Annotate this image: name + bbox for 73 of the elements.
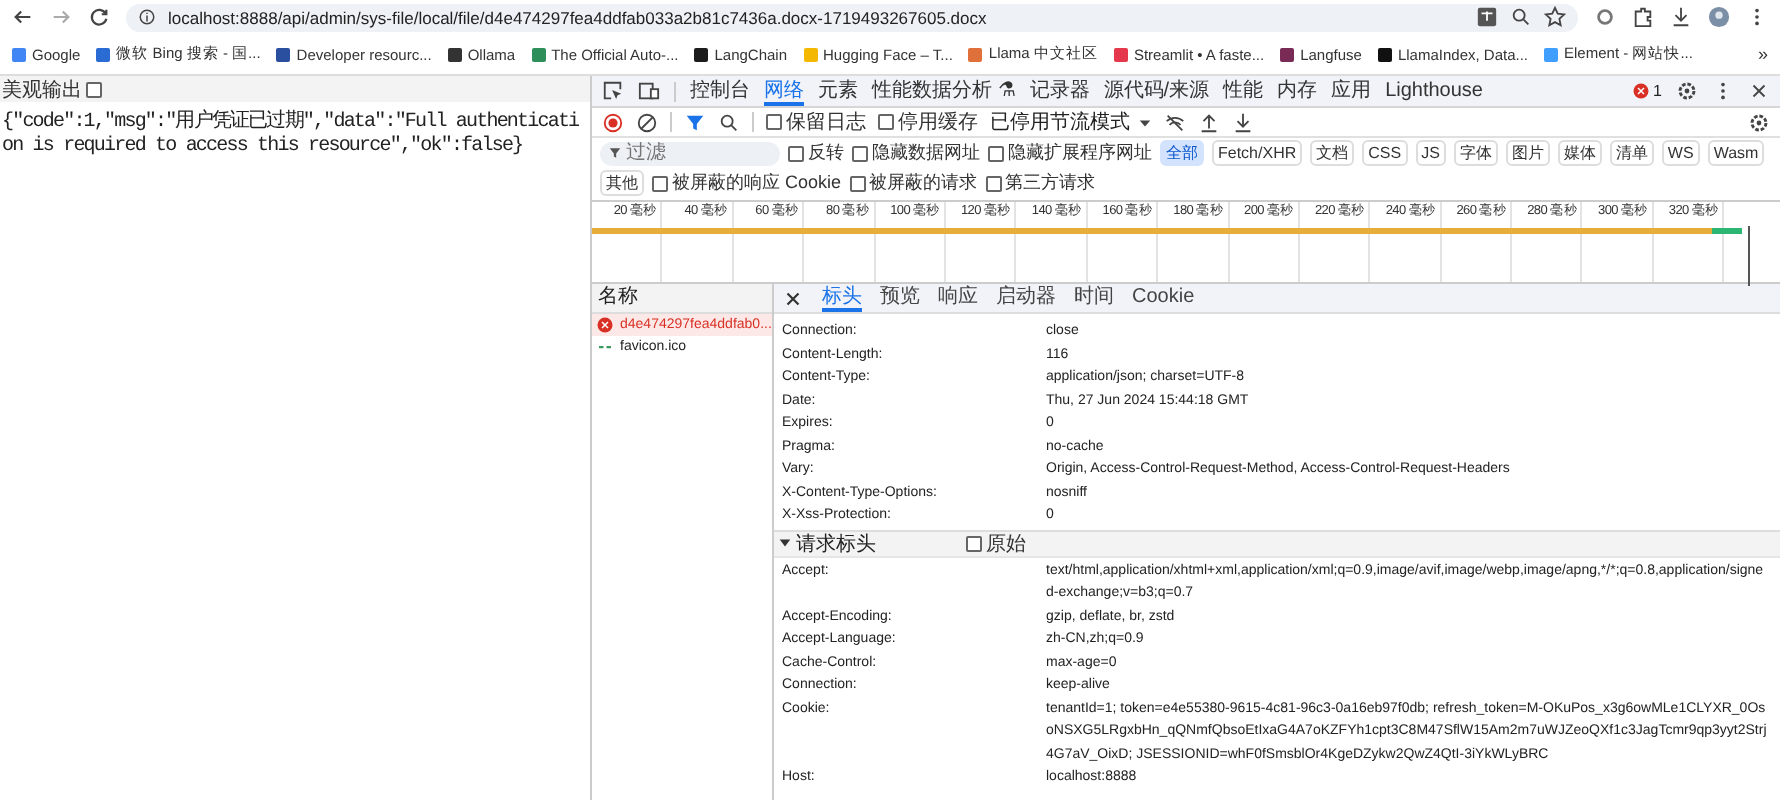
filter-checkbox[interactable]: 被屏蔽的响应 Cookie	[652, 170, 842, 196]
throttle-dropdown[interactable]: 已停用节流模式	[990, 108, 1152, 136]
type-filter-chip[interactable]: 图片	[1505, 140, 1550, 166]
raw-checkbox[interactable]: 原始	[966, 529, 1026, 557]
type-filter-chip[interactable]: 字体	[1453, 140, 1498, 166]
toolbar-checkbox[interactable]: 停用缓存	[878, 108, 978, 136]
devtools-tab[interactable]: 源代码/来源	[1103, 76, 1210, 106]
detail-tab[interactable]: 时间	[1074, 284, 1114, 312]
devtools-tab[interactable]: 记录器	[1029, 76, 1090, 106]
download-icon[interactable]	[1232, 111, 1254, 133]
avatar-icon[interactable]	[1708, 6, 1730, 28]
type-filter-chip[interactable]: 清单	[1609, 140, 1654, 166]
filter-checkbox[interactable]: 隐藏扩展程序网址	[988, 140, 1152, 166]
reload-icon[interactable]	[88, 6, 110, 28]
close-icon[interactable]	[1748, 80, 1770, 102]
devtools-tab[interactable]: 网络	[764, 76, 804, 106]
back-icon[interactable]	[12, 6, 34, 28]
detail-tab[interactable]: 响应	[938, 284, 978, 312]
json-response-text: {"code":1,"msg":"用户凭证已过期","data":"Full authentication is required to access this resource","ok":false}	[0, 112, 581, 158]
type-filter-chip[interactable]: JS	[1415, 140, 1446, 166]
devtools-tab[interactable]: 性能数据分析 ⚗	[872, 76, 1016, 106]
toolbar-checkbox[interactable]: 保留日志	[766, 108, 866, 136]
devtools-tab[interactable]: 性能	[1223, 76, 1264, 106]
settings-icon[interactable]	[1676, 80, 1698, 102]
settings-icon[interactable]	[1748, 111, 1770, 133]
device-icon[interactable]	[638, 80, 660, 102]
caret-icon	[778, 536, 792, 550]
devtools-tab[interactable]: Lighthouse	[1385, 76, 1483, 106]
filter-checkbox[interactable]: 第三方请求	[985, 170, 1096, 196]
filter-icon	[608, 146, 622, 160]
search-icon[interactable]	[718, 111, 740, 133]
record-icon[interactable]	[602, 111, 624, 133]
section-toggle[interactable]: 请求标头	[774, 529, 966, 557]
detail-tab[interactable]: Cookie	[1132, 284, 1195, 312]
error-icon	[596, 316, 614, 334]
zoom-icon[interactable]	[1510, 6, 1532, 28]
type-filter-chip[interactable]: CSS	[1362, 140, 1408, 166]
devtools-tab[interactable]: 控制台	[690, 76, 750, 106]
type-filter-chip[interactable]: Fetch/XHR	[1212, 140, 1303, 166]
pretty-print-checkbox[interactable]: 美观输出	[2, 75, 102, 103]
translate-icon[interactable]	[1476, 6, 1498, 28]
caret-icon	[1138, 115, 1152, 129]
type-filter-chip[interactable]: WS	[1661, 140, 1700, 166]
detail-tab[interactable]: 标头	[822, 284, 862, 312]
devtools-tab[interactable]: 内存	[1277, 76, 1318, 106]
name-column-header: 名称	[592, 284, 772, 314]
circle-icon[interactable]	[1594, 6, 1616, 28]
close-icon[interactable]	[782, 287, 804, 309]
info-icon[interactable]	[138, 8, 156, 26]
detail-tab[interactable]: 预览	[880, 284, 920, 312]
more-bookmarks-button[interactable]: »	[1757, 44, 1768, 64]
devtools-tab[interactable]: 应用	[1331, 76, 1372, 106]
type-filter-chip[interactable]: 全部	[1160, 140, 1204, 166]
network-conditions-icon[interactable]	[1164, 111, 1186, 133]
filter-field[interactable]: 过滤	[600, 141, 780, 165]
error-count-badge[interactable]: 1	[1631, 82, 1662, 100]
type-filter-chip[interactable]: Wasm	[1707, 140, 1765, 166]
type-filter-chip[interactable]: 媒体	[1557, 140, 1602, 166]
type-filter-chip[interactable]: 文档	[1310, 140, 1355, 166]
clear-icon[interactable]	[636, 111, 658, 133]
star-icon[interactable]	[1544, 6, 1566, 28]
upload-icon[interactable]	[1198, 111, 1220, 133]
timeline-marker	[1748, 226, 1750, 286]
filter-checkbox[interactable]: 隐藏数据网址	[852, 140, 980, 166]
detail-tab[interactable]: 启动器	[996, 284, 1056, 312]
download-icon[interactable]	[1670, 6, 1692, 28]
filter-checkbox[interactable]: 被屏蔽的请求	[849, 170, 978, 196]
filter-checkbox[interactable]: 反转	[788, 140, 844, 166]
devtools-tab[interactable]: 元素	[818, 76, 858, 106]
type-filter-chip[interactable]: 其他	[600, 170, 644, 196]
address-bar[interactable]: localhost:8888/api/admin/sys-file/local/file/d4e474297fea4ddfab033a2b81c7436a.docx-1719493267605.docx	[126, 3, 1578, 31]
puzzle-icon[interactable]	[1632, 6, 1654, 28]
inspect-icon[interactable]	[602, 80, 624, 102]
